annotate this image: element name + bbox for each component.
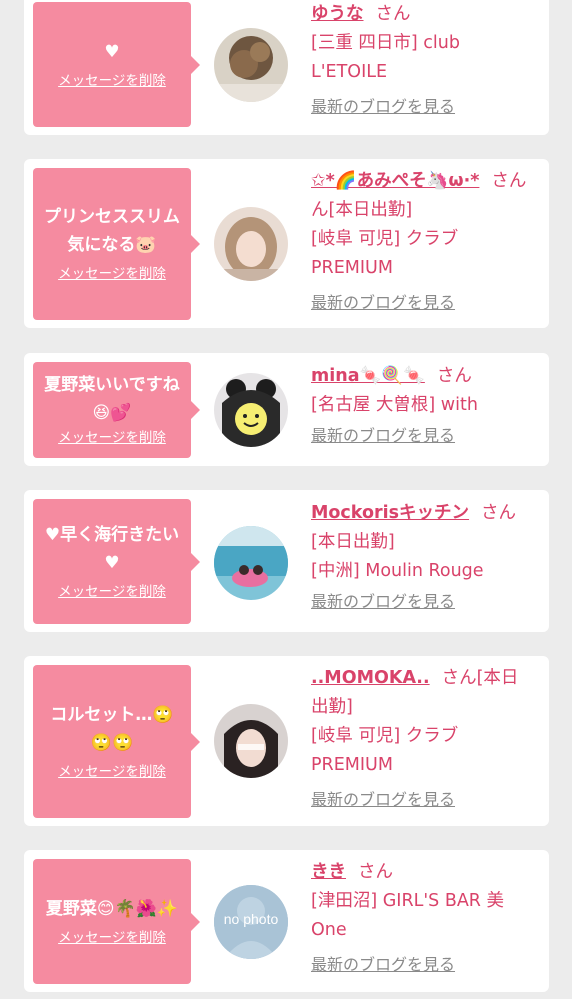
cast-name-link[interactable]: きき (311, 862, 346, 882)
view-blog-link[interactable]: 最新のブログを見る (311, 590, 543, 614)
honorific: さん (375, 4, 411, 24)
name-line: ゆうな さん (311, 0, 543, 29)
name-line: ..MOMOKA.. さん[本日 (311, 664, 543, 693)
location-line: PREMIUM (311, 755, 393, 775)
location-line: PREMIUM (311, 258, 393, 278)
location-line: [津田沼] GIRL'S BAR 美 (311, 891, 505, 911)
avatar[interactable] (214, 373, 288, 447)
delete-message-link[interactable]: メッセージを削除 (58, 427, 166, 449)
honorific: さん (436, 366, 472, 386)
location-line: [中洲] Moulin Rouge (311, 561, 484, 581)
cast-name-link[interactable]: mina🍬🍭🍬 (311, 366, 425, 386)
view-blog-link[interactable]: 最新のブログを見る (311, 953, 543, 977)
favorite-card: プリンセススリム気になる🐷 メッセージを削除 ✩*🌈あみぺそ🦄ω·* さん ん[本… (24, 159, 549, 328)
favorite-card: 夏野菜😊🌴🌺✨ メッセージを削除 no photo きき さん [津田沼] GIR… (24, 850, 549, 992)
message-text: コルセット…🙄🙄🙄 (50, 704, 174, 753)
cast-name-link[interactable]: ✩*🌈あみぺそ🦄ω·* (311, 171, 479, 191)
cast-name-link[interactable]: ..MOMOKA.. (311, 668, 430, 688)
cast-info: ..MOMOKA.. さん[本日 出勤] [岐阜 可児] クラブ PREMIUM … (311, 664, 543, 812)
avatar[interactable] (214, 28, 288, 102)
delete-message-link[interactable]: メッセージを削除 (58, 263, 166, 285)
cast-info: ゆうな さん [三重 四日市] club L'ETOILE 最新のブログを見る (311, 0, 543, 119)
avatar[interactable]: no photo (214, 885, 288, 959)
location-line: ん[本日出勤] (311, 200, 413, 220)
cast-name-link[interactable]: Mockorisキッチン (311, 503, 469, 523)
location-line: [名古屋 大曽根] with (311, 395, 478, 415)
message-text: ♥ (104, 41, 120, 62)
cast-info: きき さん [津田沼] GIRL'S BAR 美 One 最新のブログを見る (311, 858, 543, 977)
name-line: きき さん (311, 858, 543, 887)
location-line: [本日出勤] (311, 532, 395, 552)
cast-info: mina🍬🍭🍬 さん [名古屋 大曽根] with 最新のブログを見る (311, 362, 543, 448)
delete-message-link[interactable]: メッセージを削除 (58, 761, 166, 783)
avatar[interactable] (214, 526, 288, 600)
favorite-card: コルセット…🙄🙄🙄 メッセージを削除 ..MOMOKA.. さん[本日 出勤] [… (24, 656, 549, 826)
cast-info: Mockorisキッチン さん [本日出勤] [中洲] Moulin Rouge … (311, 499, 543, 614)
message-bubble: ♥早く海行きたい♥ メッセージを削除 (33, 499, 200, 624)
message-text: プリンセススリム気になる🐷 (44, 207, 180, 255)
favorite-card: ♥ メッセージを削除 ゆうな さん [三重 四日市] club L'ETOILE … (24, 0, 549, 135)
favorite-card: 夏野菜いいですね😆💕 メッセージを削除 mina🍬🍭🍬 さん [名古屋 大曽根] … (24, 353, 549, 466)
favorite-card: ♥早く海行きたい♥ メッセージを削除 Mockorisキッチン さん [本日出勤]… (24, 490, 549, 632)
cast-name-link[interactable]: ゆうな (311, 4, 364, 24)
message-text: ♥早く海行きたい♥ (44, 524, 180, 573)
view-blog-link[interactable]: 最新のブログを見る (311, 95, 543, 119)
location-line: [岐阜 可児] クラブ (311, 726, 459, 746)
cast-info: ✩*🌈あみぺそ🦄ω·* さん ん[本日出勤] [岐阜 可児] クラブ PREMIU… (311, 167, 543, 315)
location-line: One (311, 920, 347, 940)
honorific: さん (358, 862, 393, 882)
name-line: ✩*🌈あみぺそ🦄ω·* さん (311, 167, 543, 196)
no-photo-label: no photo (223, 911, 279, 927)
message-bubble: 夏野菜いいですね😆💕 メッセージを削除 (33, 362, 200, 458)
name-line: mina🍬🍭🍬 さん (311, 362, 543, 391)
message-text: 夏野菜😊🌴🌺✨ (45, 898, 179, 919)
message-bubble: プリンセススリム気になる🐷 メッセージを削除 (33, 168, 200, 320)
name-line: Mockorisキッチン さん (311, 499, 543, 528)
message-bubble: 夏野菜😊🌴🌺✨ メッセージを削除 (33, 859, 200, 984)
location-line: [岐阜 可児] クラブ (311, 229, 459, 249)
message-text: 夏野菜いいですね😆💕 (44, 375, 180, 423)
view-blog-link[interactable]: 最新のブログを見る (311, 788, 543, 812)
honorific: さん (441, 668, 477, 688)
status-prefix: [本日 (476, 668, 519, 688)
delete-message-link[interactable]: メッセージを削除 (58, 581, 166, 603)
honorific: さん (481, 503, 517, 523)
location-line: 出勤] (311, 697, 353, 717)
location-line: [三重 四日市] club (311, 33, 460, 53)
message-bubble: コルセット…🙄🙄🙄 メッセージを削除 (33, 665, 200, 818)
location-line: L'ETOILE (311, 62, 388, 82)
delete-message-link[interactable]: メッセージを削除 (58, 70, 166, 92)
avatar[interactable] (214, 704, 288, 778)
avatar[interactable] (214, 207, 288, 281)
message-bubble: ♥ メッセージを削除 (33, 2, 200, 127)
honorific: さん (491, 171, 527, 191)
view-blog-link[interactable]: 最新のブログを見る (311, 424, 543, 448)
delete-message-link[interactable]: メッセージを削除 (58, 927, 166, 949)
view-blog-link[interactable]: 最新のブログを見る (311, 291, 543, 315)
